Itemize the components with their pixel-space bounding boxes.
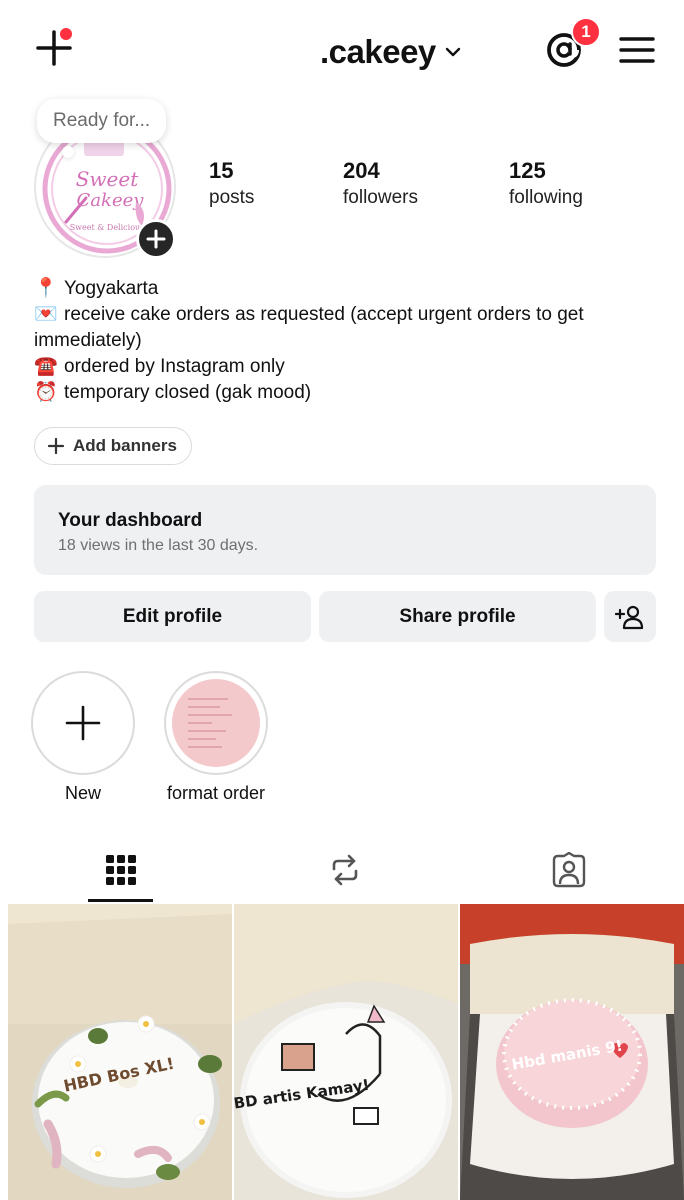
highlight-label: format order	[166, 783, 266, 803]
alarm-clock-icon: ⏰	[34, 382, 58, 403]
highlight-new-ring	[31, 671, 135, 775]
post-thumbnail[interactable]: HBD artis Kamay!	[234, 904, 458, 1200]
new-activity-dot	[60, 28, 72, 40]
highlight-format-order[interactable]: format order	[164, 671, 268, 804]
tagged-icon	[552, 852, 585, 888]
add-story-button[interactable]	[136, 219, 176, 259]
plus-icon	[65, 705, 101, 741]
pin-icon: 📍	[34, 278, 58, 299]
love-letter-icon: 💌	[34, 304, 58, 325]
bio-text: ordered by Instagram only	[64, 356, 285, 377]
stat-label: followers	[343, 187, 418, 208]
note-bubble[interactable]: Ready for...	[37, 99, 167, 143]
username: .cakeey	[320, 33, 436, 70]
bio-line-location: 📍 Yogyakarta	[34, 276, 654, 302]
professional-dashboard[interactable]: Your dashboard 18 views in the last 30 d…	[34, 485, 656, 575]
tab-tagged[interactable]	[536, 838, 601, 902]
stat-label: posts	[209, 187, 255, 208]
logo-text-sweet: Sweet	[76, 167, 139, 191]
dashboard-title: Your dashboard	[58, 510, 203, 531]
hamburger-menu-icon[interactable]	[619, 34, 655, 66]
share-profile-button[interactable]: Share profile	[319, 591, 596, 642]
reposts-icon	[332, 854, 357, 886]
post-thumbnail[interactable]: HBD Bos XL!	[8, 904, 232, 1200]
logo-text-cakeey: Cakeey	[77, 190, 145, 211]
bio-line-status: ⏰ temporary closed (gak mood)	[34, 380, 654, 406]
discover-people-button[interactable]	[604, 591, 656, 642]
bio-line-contact: ☎️ ordered by Instagram only	[34, 354, 654, 380]
top-bar: .cakeey 1	[0, 0, 684, 100]
stat-followers[interactable]: 204 followers	[343, 158, 418, 209]
stat-label: following	[509, 187, 583, 208]
grid-icon	[105, 855, 136, 885]
add-banners-button[interactable]: Add banners	[34, 427, 192, 465]
cake-photo: HBD Bos XL!	[8, 904, 232, 1200]
cake-photo: Hbd manis 9!	[460, 904, 684, 1200]
plus-icon	[146, 229, 166, 249]
edit-profile-button[interactable]: Edit profile	[34, 591, 311, 642]
add-banners-label: Add banners	[73, 436, 177, 455]
stat-posts[interactable]: 15 posts	[209, 158, 254, 209]
add-person-icon	[615, 605, 644, 629]
posts-grid: HBD Bos XL! HBD artis Kamay! Hbd manis 9…	[8, 904, 684, 1200]
stat-value: 204	[343, 158, 380, 183]
profile-bio: 📍 Yogyakarta 💌 receive cake orders as requ…	[34, 276, 654, 406]
plus-icon	[47, 437, 65, 455]
telephone-icon: ☎️	[34, 356, 58, 377]
highlight-ring	[164, 671, 268, 775]
logo-tagline: Sweet & Delicious	[70, 223, 145, 232]
active-tab-indicator	[88, 899, 153, 902]
dashboard-subtitle: 18 views in the last 30 days.	[58, 537, 259, 554]
tab-reposts[interactable]	[312, 838, 377, 902]
highlight-new[interactable]: New	[31, 671, 135, 804]
chevron-down-icon	[445, 47, 460, 57]
tab-posts-grid[interactable]	[88, 838, 153, 902]
account-switcher[interactable]: .cakeey	[320, 30, 462, 74]
cake-photo: HBD artis Kamay!	[234, 904, 458, 1200]
bio-line-orders: 💌 receive cake orders as requested (accep…	[34, 302, 654, 354]
bio-text: temporary closed (gak mood)	[64, 382, 312, 403]
notification-badge: 1	[571, 17, 601, 47]
stat-value: 125	[509, 158, 546, 183]
bio-text: Yogyakarta	[64, 278, 159, 299]
highlight-label: New	[64, 783, 101, 803]
stat-following[interactable]: 125 following	[509, 158, 583, 209]
post-thumbnail[interactable]: Hbd manis 9!	[460, 904, 684, 1200]
highlight-cover-image	[172, 679, 260, 767]
stat-value: 15	[209, 158, 234, 183]
note-bubble-tail	[62, 146, 74, 158]
bio-text: receive cake orders as requested (accept…	[34, 304, 584, 351]
profile-tabs	[0, 838, 684, 902]
